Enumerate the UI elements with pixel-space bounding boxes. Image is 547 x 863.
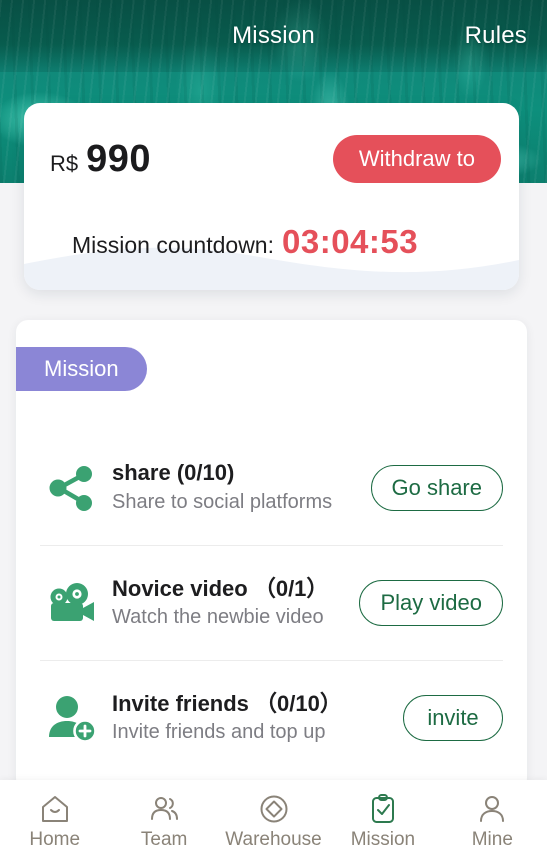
rules-link[interactable]: Rules bbox=[465, 22, 527, 50]
countdown-timer: 03:04:53 bbox=[282, 223, 419, 260]
task-subtitle: Share to social platforms bbox=[112, 490, 333, 513]
task-subtitle: Invite friends and top up bbox=[112, 721, 326, 744]
task-row[interactable]: Invite friends （0/10） Invite friends and… bbox=[40, 660, 503, 775]
nav-item-team[interactable]: Team bbox=[109, 793, 218, 851]
go-share-button[interactable]: Go share bbox=[370, 464, 503, 511]
balance-value: 990 bbox=[86, 137, 152, 180]
task-text: Novice video （0/1） Watch the newbie vide… bbox=[112, 575, 359, 632]
mission-card: Mission share (0/10) Share to social pla bbox=[16, 320, 527, 790]
video-camera-icon bbox=[40, 572, 102, 634]
task-text: Invite friends （0/10） Invite friends and… bbox=[112, 690, 403, 747]
task-title: Invite friends （0/10） bbox=[112, 690, 342, 716]
tab-mission[interactable]: Mission bbox=[16, 347, 147, 391]
nav-label-warehouse: Warehouse bbox=[225, 828, 322, 850]
withdraw-button[interactable]: Withdraw to bbox=[332, 135, 501, 183]
nav-item-mine[interactable]: Mine bbox=[438, 793, 547, 851]
nav-label-mission: Mission bbox=[350, 828, 416, 850]
nav-item-warehouse[interactable]: Warehouse bbox=[219, 793, 328, 851]
balance-row: R$ 990 Withdraw to bbox=[50, 129, 501, 189]
nav-label-team: Team bbox=[140, 828, 188, 850]
clipboard-check-icon bbox=[371, 793, 394, 823]
nav-label-mine: Mine bbox=[471, 828, 513, 850]
balance-amount-group: R$ 990 bbox=[50, 138, 151, 181]
invite-friend-icon bbox=[40, 687, 102, 749]
play-video-button[interactable]: Play video bbox=[359, 580, 503, 626]
invite-button[interactable]: invite bbox=[403, 695, 503, 741]
share-icon bbox=[40, 457, 102, 519]
countdown-row: Mission countdown: 03:04:53 bbox=[72, 223, 418, 261]
team-icon bbox=[151, 796, 179, 820]
task-text: share (0/10) Share to social platforms bbox=[112, 459, 371, 516]
person-icon bbox=[480, 795, 505, 822]
task-subtitle: Watch the newbie video bbox=[112, 606, 324, 629]
nav-item-home[interactable]: Home bbox=[0, 793, 109, 851]
tab-mission-label: Mission bbox=[44, 356, 119, 381]
task-title: share (0/10) bbox=[112, 460, 235, 486]
bottom-navigation: Home Team Warehouse Mission Mine bbox=[0, 780, 547, 863]
task-row[interactable]: Novice video （0/1） Watch the newbie vide… bbox=[40, 545, 503, 660]
task-row[interactable]: share (0/10) Share to social platforms G… bbox=[40, 430, 503, 545]
warehouse-icon bbox=[260, 795, 288, 822]
nav-item-mission[interactable]: Mission bbox=[328, 793, 437, 851]
countdown-label: Mission countdown: bbox=[72, 232, 274, 258]
balance-card: R$ 990 Withdraw to Mission countdown: 03… bbox=[24, 103, 519, 290]
mission-page: Mission Rules R$ 990 Withdraw to Mission… bbox=[0, 0, 547, 863]
nav-label-home: Home bbox=[29, 828, 81, 850]
home-icon bbox=[41, 795, 68, 822]
task-title: Novice video （0/1） bbox=[112, 575, 329, 601]
currency-symbol: R$ bbox=[50, 150, 79, 176]
task-list: share (0/10) Share to social platforms G… bbox=[16, 430, 527, 775]
